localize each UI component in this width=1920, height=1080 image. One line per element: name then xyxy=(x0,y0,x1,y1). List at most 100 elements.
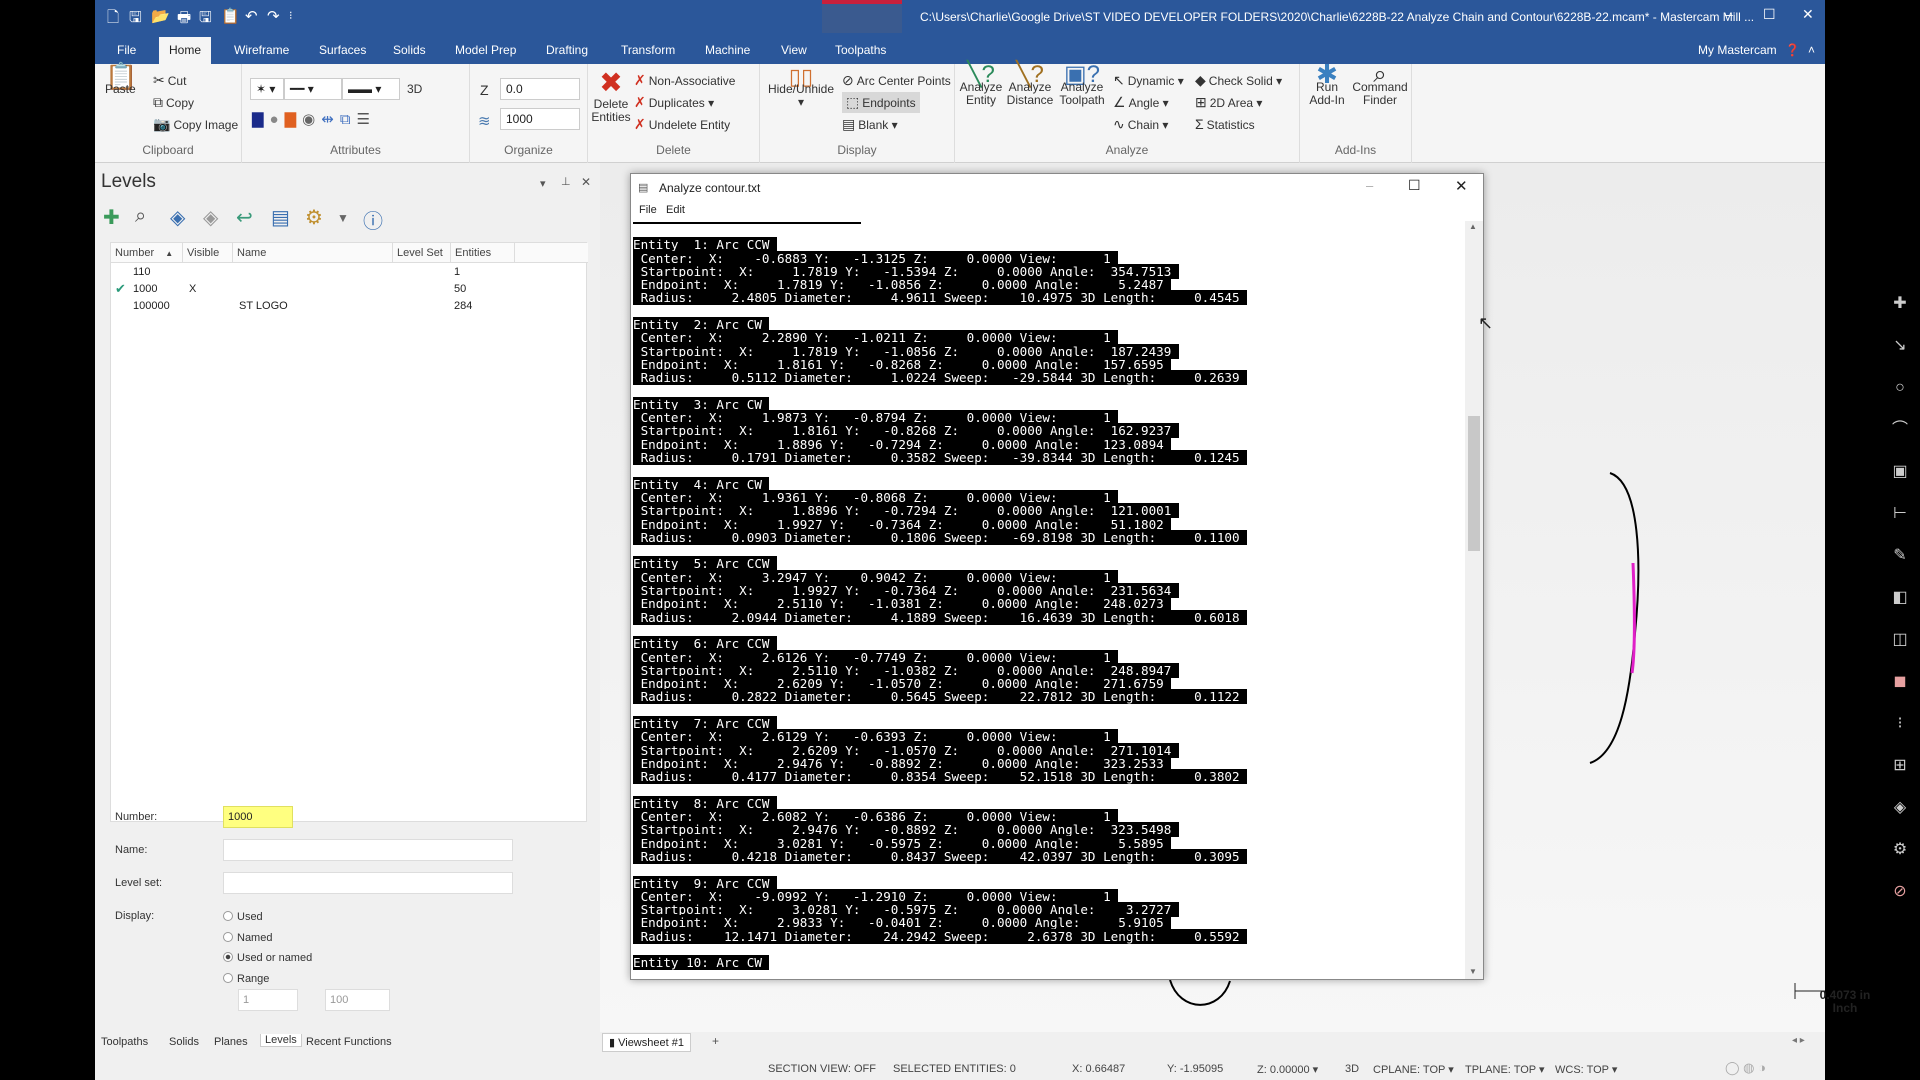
tab-toolpaths[interactable]: Toolpaths xyxy=(835,43,886,57)
maximize-button[interactable]: ☐ xyxy=(1763,6,1776,23)
radio-range[interactable]: Range xyxy=(223,973,269,985)
range-to-input[interactable]: 100 xyxy=(325,989,390,1011)
gear-icon[interactable]: ⚙ xyxy=(305,205,323,230)
level-input[interactable]: 1000 xyxy=(500,108,580,130)
radio-used-or-named[interactable]: Used or named xyxy=(223,952,312,964)
level-visible[interactable]: X xyxy=(189,283,196,295)
3d-toggle[interactable]: 3D xyxy=(407,82,422,96)
column-header-entities[interactable]: Entities xyxy=(451,243,515,263)
table-row[interactable]: 110 1 xyxy=(111,264,586,281)
print-icon[interactable]: 🖶 xyxy=(177,7,191,32)
cplane-status[interactable]: CPLANE: TOP ▾ xyxy=(1373,1063,1454,1076)
pen-icon[interactable]: ✎ xyxy=(1890,535,1910,577)
help-icon[interactable]: ⓘ xyxy=(363,205,383,234)
undelete-entity-button[interactable]: ✗ Undelete Entity xyxy=(634,116,730,133)
cut-button[interactable]: ✂ Cut xyxy=(153,72,186,89)
name-input[interactable] xyxy=(223,839,513,861)
plane-icon[interactable]: ◫ xyxy=(1890,619,1910,661)
duplicates-button[interactable]: ✗ Duplicates ▾ xyxy=(634,94,714,111)
layers-icon[interactable]: ◈ xyxy=(1890,787,1910,829)
wcs-status[interactable]: WCS: TOP ▾ xyxy=(1555,1063,1617,1076)
dimension-icon[interactable]: ⊢ xyxy=(1890,493,1910,535)
help-icon[interactable]: ❓ xyxy=(1785,43,1800,57)
collapse-ribbon-icon[interactable]: ˄ xyxy=(1808,43,1815,57)
open-icon[interactable]: 📂 xyxy=(151,7,170,25)
tab-solids-manager[interactable]: Solids xyxy=(169,1036,199,1048)
copy-button[interactable]: ⧉ Copy xyxy=(153,94,194,111)
chevron-down-icon[interactable]: ▼ xyxy=(337,211,349,225)
layers-off-icon[interactable]: ◈ xyxy=(203,205,218,230)
vertical-scrollbar[interactable]: ▲ ▼ xyxy=(1465,221,1483,979)
number-input[interactable]: 1000 xyxy=(223,806,293,828)
hide-unhide-button[interactable]: ▯▯ Hide/Unhide ▾ xyxy=(766,66,836,109)
stop-icon[interactable]: ⊘ xyxy=(1890,871,1910,913)
delete-entities-button[interactable]: ✖ Delete Entities xyxy=(590,68,632,124)
tab-view[interactable]: View xyxy=(781,43,807,57)
section-view-status[interactable]: SECTION VIEW: OFF xyxy=(768,1063,876,1075)
viewsheet-tab[interactable]: ▮ Viewsheet #1 xyxy=(602,1033,691,1052)
contour-text-area[interactable]: Entity 1: Arc CCW Center: X: -0.6883 Y: … xyxy=(633,225,1463,975)
statistics-button[interactable]: Σ Statistics xyxy=(1195,116,1255,132)
add-viewsheet-button[interactable]: + xyxy=(712,1034,719,1048)
undo-icon[interactable]: ↶ xyxy=(245,7,258,25)
line-style-select[interactable]: ━━ ▾ xyxy=(284,78,342,100)
tab-surfaces[interactable]: Surfaces xyxy=(319,43,366,57)
search-icon[interactable]: ⌕ xyxy=(135,205,146,228)
arc-center-points-button[interactable]: ⊘ Arc Center Points xyxy=(842,72,951,89)
check-solid-button[interactable]: ◆ Check Solid ▾ xyxy=(1195,72,1282,89)
zoom-in-icon[interactable]: ✚ xyxy=(1890,283,1910,325)
analyze-toolpath-button[interactable]: ▣? Analyze Toolpath xyxy=(1057,63,1107,107)
tab-model-prep[interactable]: Model Prep xyxy=(455,43,516,57)
pin-icon[interactable]: ⊥ xyxy=(561,175,571,188)
tab-toolpaths-manager[interactable]: Toolpaths xyxy=(101,1036,148,1048)
dialog-maximize-button[interactable]: ☐ xyxy=(1408,177,1421,194)
point-style-select[interactable]: ✶ ▾ xyxy=(250,78,284,100)
close-button[interactable]: ✕ xyxy=(1802,6,1814,23)
layers-on-icon[interactable]: ◈ xyxy=(170,205,185,230)
dynamic-button[interactable]: ↖ Dynamic ▾ xyxy=(1113,72,1184,89)
range-from-input[interactable]: 1 xyxy=(238,989,298,1011)
non-associative-button[interactable]: ✗ Non-Associative xyxy=(634,72,735,89)
tab-transform[interactable]: Transform xyxy=(621,43,675,57)
arc-icon[interactable]: ⌒ xyxy=(1890,409,1910,451)
level-list-icon[interactable]: ▤ xyxy=(271,205,290,230)
attribute-color-icons[interactable]: ▇●▇◉⇹⧉☰ xyxy=(252,110,376,128)
add-level-icon[interactable]: ✚ xyxy=(103,205,120,230)
z-depth-status[interactable]: Z: 0.00000 ▾ xyxy=(1257,1063,1318,1076)
tab-wireframe[interactable]: Wireframe xyxy=(234,43,289,57)
tab-recent-functions[interactable]: Recent Functions xyxy=(306,1036,392,1048)
tab-file[interactable]: File xyxy=(117,43,136,57)
column-header-number[interactable]: Number ▲ xyxy=(111,243,183,263)
table-row[interactable]: ✔ 1000 X 50 xyxy=(111,281,586,298)
copy-image-button[interactable]: 📷 Copy Image xyxy=(153,116,238,133)
tplane-status[interactable]: TPLANE: TOP ▾ xyxy=(1465,1063,1545,1076)
3d-mode-status[interactable]: 3D xyxy=(1345,1063,1359,1075)
dialog-close-button[interactable]: ✕ xyxy=(1455,177,1468,195)
analyze-distance-button[interactable]: ╲? Analyze Distance xyxy=(1005,63,1055,107)
scrollbar-thumb[interactable] xyxy=(1468,416,1480,551)
blank-button[interactable]: ▤ Blank ▾ xyxy=(842,116,898,133)
command-finder-button[interactable]: ⌕ Command Finder xyxy=(1352,63,1408,107)
circle-icon[interactable]: ○ xyxy=(1890,367,1910,409)
analyze-entity-button[interactable]: ╲? Analyze Entity xyxy=(959,63,1003,107)
level-set-input[interactable] xyxy=(223,872,513,894)
tab-levels-manager[interactable]: Levels xyxy=(260,1034,302,1047)
list-icon[interactable]: ⁝ xyxy=(1890,703,1910,745)
table-row[interactable]: 100000 ST LOGO 284 xyxy=(111,298,586,315)
scroll-down-arrow[interactable]: ▼ xyxy=(1469,967,1477,976)
tab-drafting[interactable]: Drafting xyxy=(546,43,588,57)
column-header-level-set[interactable]: Level Set xyxy=(393,243,451,263)
paste-button[interactable]: 📋 Paste xyxy=(105,63,137,96)
minimize-button[interactable]: ‒ xyxy=(1725,6,1733,22)
radio-named[interactable]: Named xyxy=(223,932,272,944)
tab-planes-manager[interactable]: Planes xyxy=(214,1036,248,1048)
pan-icon[interactable]: ↘ xyxy=(1890,325,1910,367)
chain-button[interactable]: ∿ Chain ▾ xyxy=(1113,116,1168,133)
my-mastercam-link[interactable]: My Mastercam xyxy=(1698,43,1777,57)
redo-icon[interactable]: ↷ xyxy=(267,7,280,25)
settings-icon[interactable]: ⚙ xyxy=(1890,829,1910,871)
run-addin-button[interactable]: ✱ Run Add-In xyxy=(1304,61,1350,107)
column-header-name[interactable]: Name xyxy=(233,243,393,263)
line-width-select[interactable]: ▬▬ ▾ xyxy=(342,78,400,100)
cube-icon[interactable]: ◧ xyxy=(1890,577,1910,619)
